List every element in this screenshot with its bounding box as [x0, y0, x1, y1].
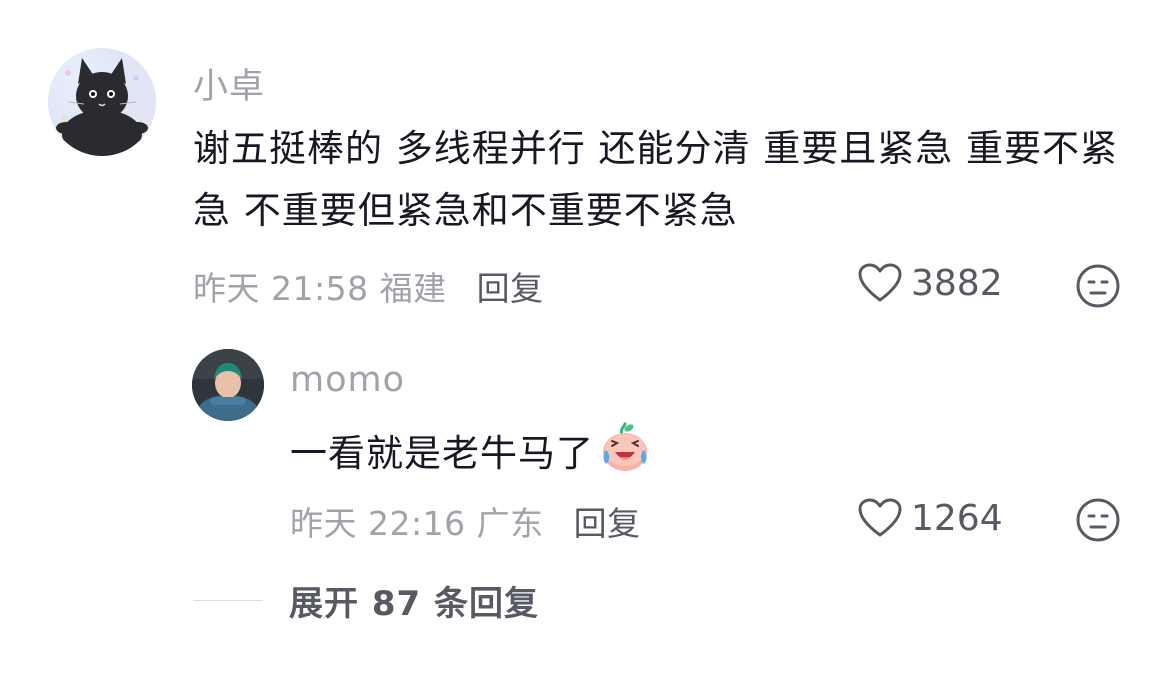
reply-like-count: 1264 — [911, 497, 1003, 539]
reply-like-button[interactable]: 1264 — [857, 497, 1003, 539]
comment-meta: 昨天 21:58 福建 回复 — [193, 262, 544, 310]
comment-text: 谢五挺棒的 多线程并行 还能分清 重要且紧急 重要不紧急 不重要但紧急和不重要不… — [193, 127, 1119, 232]
reply-text-row: 一看就是老牛马了 — [290, 420, 652, 485]
crying-laughing-face-icon — [603, 422, 647, 471]
black-cat-avatar-icon — [56, 58, 148, 156]
comment-username[interactable]: 小卓 — [193, 58, 265, 109]
heart-icon — [858, 498, 902, 537]
reply-time-location: 昨天 22:16 广东 — [290, 504, 544, 543]
reply-username[interactable]: momo — [290, 360, 405, 400]
reply-button[interactable]: 回复 — [477, 269, 544, 308]
like-count: 3882 — [911, 262, 1003, 304]
heart-icon — [858, 263, 902, 302]
dislike-face-icon[interactable] — [1075, 497, 1121, 543]
user-photo-avatar-icon — [192, 349, 264, 421]
expand-replies-label: 展开 87 条回复 — [289, 584, 539, 624]
avatar[interactable] — [48, 48, 156, 156]
expand-divider — [193, 600, 263, 601]
dislike-face-icon[interactable] — [1075, 263, 1121, 309]
reply-reply-button[interactable]: 回复 — [574, 504, 641, 543]
comment-item: 小卓 谢五挺棒的 多线程并行 还能分清 重要且紧急 重要不紧急 不重要但紧急和不… — [0, 0, 1170, 330]
like-button[interactable]: 3882 — [857, 262, 1003, 304]
reply-text: 一看就是老牛马了 — [290, 432, 594, 475]
reply-avatar[interactable] — [192, 349, 264, 421]
reply-meta: 昨天 22:16 广东 回复 — [290, 497, 641, 545]
expand-replies-button[interactable]: 展开 87 条回复 — [193, 576, 539, 625]
comment-time-location: 昨天 21:58 福建 — [193, 269, 447, 308]
